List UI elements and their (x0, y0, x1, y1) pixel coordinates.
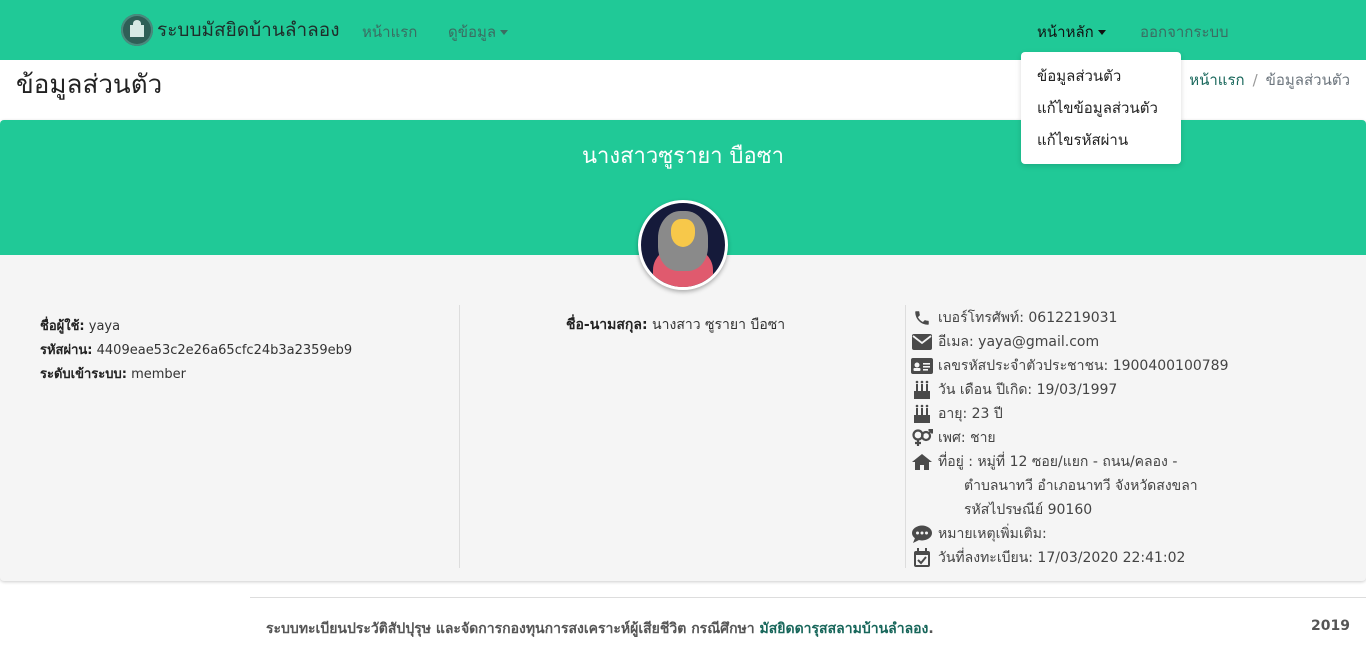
username-value: yaya (88, 319, 121, 334)
top-navbar: ระบบมัสยิดบ้านลำลอง หน้าแรก ดูข้อมูล หน้… (0, 0, 1366, 60)
email-text: อีเมล: yaya@gmail.com (938, 334, 1100, 350)
nav-view-data-dropdown[interactable]: ดูข้อมูล (448, 20, 509, 44)
note-text: หมายเหตุเพิ่มเติม: (938, 526, 1047, 542)
footer-divider (250, 597, 1366, 598)
username-row: ชื่อผู้ใช้: yaya (40, 315, 352, 339)
note-row: หมายเหตุเพิ่มเติม: (910, 522, 1229, 546)
mosque-logo-icon (121, 14, 153, 46)
birthday-text: วัน เดือน ปีเกิด: 19/03/1997 (938, 382, 1118, 398)
home-icon (910, 452, 934, 472)
venus-mars-icon (910, 428, 934, 448)
address-line-1: ที่อยู่ : หมู่ที่ 12 ซอย/แยก - ถนน/คลอง … (938, 454, 1178, 470)
breadcrumb: หน้าแรก / ข้อมูลส่วนตัว (1189, 68, 1350, 92)
username-label: ชื่อผู้ใช้: (40, 319, 85, 334)
gender-row: เพศ: ชาย (910, 426, 1229, 450)
birthday-cake-icon (910, 404, 934, 424)
address-row: ที่อยู่ : หมู่ที่ 12 ซอย/แยก - ถนน/คลอง … (910, 450, 1229, 474)
breadcrumb-home-link[interactable]: หน้าแรก (1189, 71, 1244, 89)
name-value: นางสาว ซูรายา บือซา (652, 317, 786, 333)
name-info: ชื่อ-นามสกุล: นางสาว ซูรายา บือซา (566, 314, 785, 336)
envelope-icon (910, 332, 934, 352)
birthday-row: วัน เดือน ปีเกิด: 19/03/1997 (910, 378, 1229, 402)
phone-text: เบอร์โทรศัพท์: 0612219031 (938, 310, 1118, 326)
personal-details: เบอร์โทรศัพท์: 0612219031 อีเมล: yaya@gm… (910, 306, 1229, 570)
birthday-cake-icon (910, 380, 934, 400)
account-info: ชื่อผู้ใช้: yaya รหัสผ่าน: 4409eae53c2e2… (40, 315, 352, 387)
level-label: ระดับเข้าระบบ: (40, 367, 127, 382)
footer-description: ระบบทะเบียนประวัติสัปปุรุษ และจัดการกองท… (266, 621, 755, 637)
nav-main-menu-label: หน้าหลัก (1037, 23, 1094, 41)
dropdown-item-profile[interactable]: ข้อมูลส่วนตัว (1021, 64, 1181, 96)
phone-row: เบอร์โทรศัพท์: 0612219031 (910, 306, 1229, 330)
calendar-check-icon (910, 548, 934, 568)
footer-period: . (928, 621, 934, 637)
column-divider (459, 305, 460, 568)
password-label: รหัสผ่าน: (40, 343, 93, 358)
id-card-text: เลขรหัสประจำตัวประชาชน: 1900400100789 (938, 358, 1229, 374)
address-line-2: ตำบลนาทวี อำเภอนาทวี จังหวัดสงขลา (964, 478, 1198, 494)
nav-view-data-label: ดูข้อมูล (448, 23, 497, 41)
phone-icon (910, 308, 934, 328)
brand-title: ระบบมัสยิดบ้านลำลอง (157, 19, 340, 41)
brand-link[interactable]: ระบบมัสยิดบ้านลำลอง (121, 12, 340, 48)
name-label: ชื่อ-นามสกุล: (566, 317, 648, 333)
registered-row: วันที่ลงทะเบียน: 17/03/2020 22:41:02 (910, 546, 1229, 570)
address-line-3: รหัสไปรษณีย์ 90160 (964, 502, 1093, 518)
dropdown-item-edit-profile[interactable]: แก้ไขข้อมูลส่วนตัว (1021, 96, 1181, 128)
footer-year: 2019 (1311, 618, 1350, 634)
nav-home-link[interactable]: หน้าแรก (362, 20, 417, 44)
nav-main-menu-dropdown[interactable]: หน้าหลัก (1037, 20, 1106, 44)
profile-card: นางสาวซูรายา บือซา ชื่อผู้ใช้: yaya รหัส… (0, 120, 1366, 581)
level-row: ระดับเข้าระบบ: member (40, 363, 352, 387)
password-row: รหัสผ่าน: 4409eae53c2e26a65cfc24b3a2359e… (40, 339, 352, 363)
column-divider (905, 305, 906, 568)
caret-down-icon (500, 30, 509, 35)
nav-logout-link[interactable]: ออกจากระบบ (1140, 20, 1229, 44)
caret-down-icon (1097, 30, 1106, 35)
dropdown-item-change-password[interactable]: แก้ไขรหัสผ่าน (1021, 128, 1181, 160)
footer-text: ระบบทะเบียนประวัติสัปปุรุษ และจัดการกองท… (266, 618, 934, 640)
level-value: member (131, 367, 187, 382)
id-card-row: เลขรหัสประจำตัวประชาชน: 1900400100789 (910, 354, 1229, 378)
registered-text: วันที่ลงทะเบียน: 17/03/2020 22:41:02 (938, 550, 1186, 566)
page-title: ข้อมูลส่วนตัว (16, 70, 163, 100)
email-row: อีเมล: yaya@gmail.com (910, 330, 1229, 354)
age-text: อายุ: 23 ปี (938, 406, 1003, 422)
main-menu-dropdown: ข้อมูลส่วนตัว แก้ไขข้อมูลส่วนตัว แก้ไขรห… (1021, 52, 1181, 164)
breadcrumb-current: ข้อมูลส่วนตัว (1265, 71, 1350, 89)
avatar (638, 200, 728, 290)
gender-text: เพศ: ชาย (938, 430, 996, 446)
id-card-icon (910, 356, 934, 376)
password-value: 4409eae53c2e26a65cfc24b3a2359eb9 (96, 343, 353, 358)
footer-mosque-link[interactable]: มัสยิดดารุสสลามบ้านลำลอง (760, 621, 929, 637)
comment-dots-icon (910, 524, 934, 544)
age-row: อายุ: 23 ปี (910, 402, 1229, 426)
breadcrumb-separator: / (1252, 71, 1258, 89)
